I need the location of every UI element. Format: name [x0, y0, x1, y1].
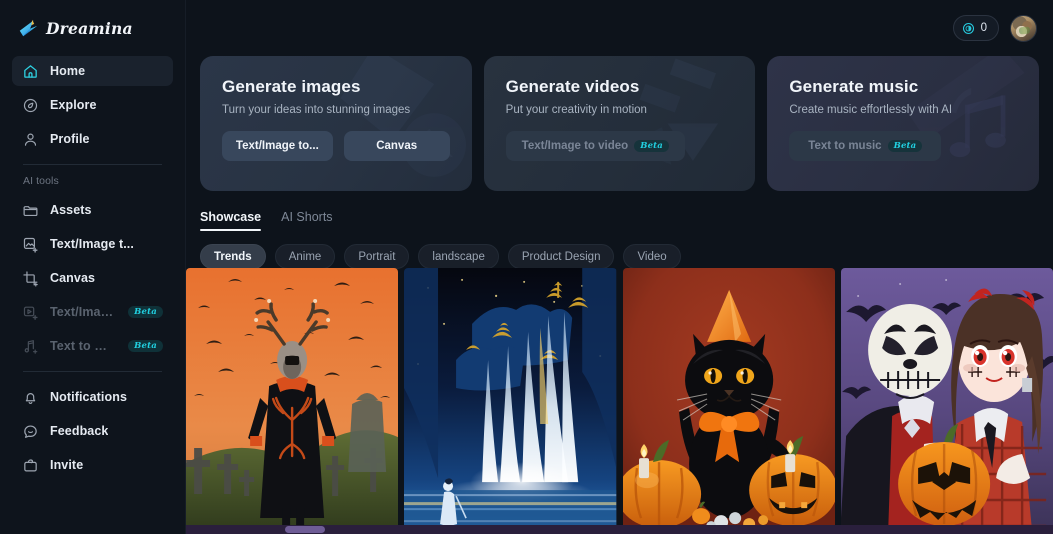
- beta-badge: Beta: [887, 140, 923, 152]
- gallery-item[interactable]: [622, 268, 835, 532]
- compass-icon: [23, 98, 38, 112]
- chip-landscape[interactable]: landscape: [418, 244, 499, 269]
- credits-value: 0: [980, 22, 987, 34]
- sidebar-item-explore[interactable]: Explore: [12, 90, 173, 120]
- card-title: Generate music: [789, 77, 919, 96]
- canvas-icon: [23, 270, 38, 287]
- card-decoration-videos: [624, 58, 718, 165]
- text-to-music-button[interactable]: Text to music Beta: [789, 131, 942, 161]
- music-plus-icon: [24, 339, 38, 354]
- sidebar-item-label: Notifications: [50, 390, 127, 404]
- sidebar-section-caption: AI tools: [23, 175, 59, 187]
- gallery-image-black-cat-pumpkins: [622, 268, 835, 532]
- button-label: Text to music: [808, 140, 882, 152]
- card-subtitle: Put your creativity in motion: [505, 104, 647, 116]
- sidebar-item-label: Text/Image t...: [50, 305, 117, 319]
- sidebar-item-notifications[interactable]: Notifications: [12, 382, 173, 412]
- sidebar-item-home[interactable]: Home: [12, 56, 173, 86]
- gallery-item[interactable]: [186, 268, 399, 532]
- chip-anime[interactable]: Anime: [274, 244, 336, 269]
- brand[interactable]: Dreamina: [12, 0, 173, 56]
- sidebar-item-invite[interactable]: Invite: [12, 450, 173, 480]
- chip-video[interactable]: Video: [623, 244, 681, 269]
- card-title: Generate videos: [505, 77, 640, 96]
- sidebar-item-label: Profile: [50, 132, 90, 146]
- tab-showcase[interactable]: Showcase: [200, 210, 262, 231]
- content-tabs: Showcase AI Shorts: [186, 191, 1053, 231]
- beta-badge: Beta: [634, 140, 670, 152]
- card-actions: Text/Image to video Beta: [505, 131, 734, 161]
- button-label: Text/Image to video: [521, 140, 629, 152]
- credits-badge[interactable]: 0: [952, 15, 999, 41]
- home-icon: [24, 64, 37, 78]
- text-image-to-video-button[interactable]: Text/Image to video Beta: [505, 131, 686, 161]
- sidebar: Dreamina Home Explore Profile AI tools A…: [0, 0, 186, 534]
- main-content: 0 Generate images Turn your ideas into s…: [186, 0, 1053, 534]
- sidebar-item-label: Text/Image t...: [50, 237, 134, 251]
- brand-name: Dreamina: [46, 18, 133, 38]
- sidebar-item-canvas[interactable]: Canvas: [12, 263, 173, 293]
- card-decoration-music: [907, 56, 1025, 158]
- user-icon: [24, 133, 37, 146]
- beta-badge: Beta: [128, 306, 163, 318]
- scrollbar-thumb[interactable]: [285, 526, 325, 533]
- card-title: Generate images: [222, 77, 361, 96]
- card-actions: Text to music Beta: [789, 131, 1017, 161]
- sidebar-item-text-image-to-image[interactable]: Text/Image t...: [12, 229, 173, 259]
- gallery-image-stag-graveyard: [186, 268, 399, 532]
- showcase-gallery: [186, 268, 1053, 532]
- message-icon: [24, 424, 37, 438]
- generate-music-card[interactable]: Generate music Create music effortlessly…: [767, 56, 1040, 191]
- bell-icon: [25, 392, 36, 404]
- credit-coin-icon: [962, 22, 974, 34]
- sidebar-item-assets[interactable]: Assets: [12, 195, 173, 225]
- gallery-image-blue-waterfall: [404, 268, 617, 532]
- chip-product-design[interactable]: Product Design: [507, 244, 615, 269]
- sidebar-item-profile[interactable]: Profile: [12, 124, 173, 154]
- chip-trends[interactable]: Trends: [200, 244, 266, 269]
- generate-videos-card[interactable]: Generate videos Put your creativity in m…: [483, 56, 756, 191]
- sidebar-item-label: Explore: [50, 98, 97, 112]
- sidebar-item-label: Assets: [50, 203, 92, 217]
- sidebar-item-label: Home: [50, 64, 86, 78]
- folder-icon: [23, 205, 38, 216]
- chip-portrait[interactable]: Portrait: [344, 244, 410, 269]
- sidebar-item-label: Text to music: [50, 339, 117, 353]
- gallery-item[interactable]: [840, 268, 1053, 532]
- card-actions: Text/Image to... Canvas: [222, 131, 450, 161]
- avatar[interactable]: [1010, 14, 1037, 42]
- sidebar-divider-top: [23, 164, 162, 165]
- sidebar-item-label: Invite: [50, 458, 84, 472]
- tab-ai-shorts[interactable]: AI Shorts: [281, 210, 332, 231]
- card-subtitle: Create music effortlessly with AI: [789, 104, 953, 116]
- sidebar-item-label: Feedback: [50, 424, 109, 438]
- card-decoration-images: [340, 56, 467, 177]
- category-filters: Trends Anime Portrait landscape Product …: [186, 231, 1053, 269]
- text-image-to-image-button[interactable]: Text/Image to...: [222, 131, 333, 161]
- card-subtitle: Turn your ideas into stunning images: [222, 104, 411, 116]
- app-root: Dreamina Home Explore Profile AI tools A…: [0, 0, 1053, 534]
- beta-badge: Beta: [128, 340, 163, 352]
- canvas-button[interactable]: Canvas: [343, 131, 450, 161]
- invite-icon: [24, 458, 37, 471]
- dreamina-star-logo-icon: [19, 19, 37, 37]
- topbar: 0: [186, 0, 1053, 56]
- sidebar-divider-bottom: [23, 371, 162, 372]
- generate-images-card[interactable]: Generate images Turn your ideas into stu…: [200, 56, 472, 191]
- video-plus-icon: [23, 306, 38, 320]
- image-plus-icon: [23, 237, 38, 253]
- sidebar-item-text-image-to-video[interactable]: Text/Image t... Beta: [12, 297, 173, 327]
- sidebar-item-label: Canvas: [50, 271, 96, 285]
- gallery-image-anime-halloween-couple: [840, 268, 1053, 532]
- sidebar-item-text-to-music[interactable]: Text to music Beta: [12, 331, 173, 361]
- horizontal-scrollbar[interactable]: [186, 525, 1053, 534]
- sidebar-item-feedback[interactable]: Feedback: [12, 416, 173, 446]
- gallery-item[interactable]: [404, 268, 617, 532]
- hero-cards: Generate images Turn your ideas into stu…: [186, 56, 1053, 191]
